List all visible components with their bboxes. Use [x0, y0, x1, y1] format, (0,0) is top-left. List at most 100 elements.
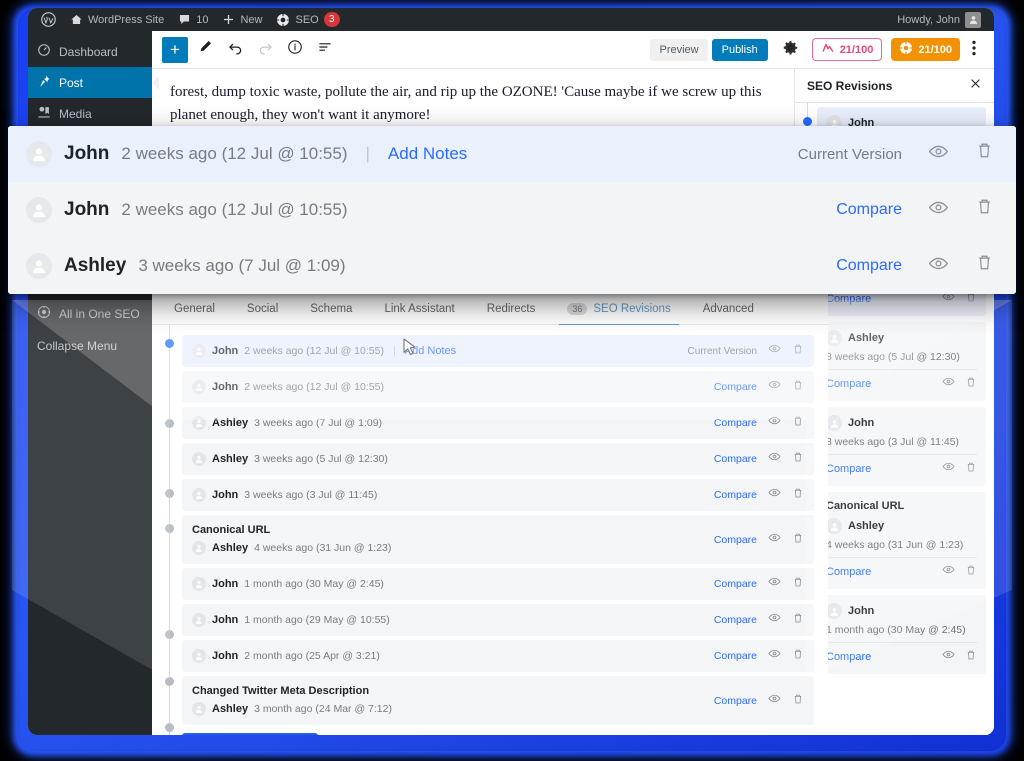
eye-icon[interactable]: [768, 342, 781, 360]
compare-link[interactable]: Compare: [714, 453, 757, 465]
more-options-button[interactable]: [964, 40, 984, 60]
panel-revision-card[interactable]: Canonical URL Ashley 4 weeks ago (31 Jun…: [817, 492, 986, 589]
trash-icon[interactable]: [792, 378, 804, 396]
seo-menu-button[interactable]: SEO 3: [269, 8, 346, 31]
table-row[interactable]: Changed Twitter Meta Description Ashley …: [182, 676, 814, 725]
eye-icon[interactable]: [768, 450, 781, 468]
magnified-row[interactable]: John 2 weeks ago (12 Jul @ 10:55) Compar…: [8, 182, 1016, 238]
eye-icon[interactable]: [768, 414, 781, 432]
table-row[interactable]: Ashley 3 weeks ago (5 Jul @ 12:30) Compa…: [182, 443, 814, 475]
eye-icon[interactable]: [768, 486, 781, 504]
aioseo-score-badge[interactable]: 21/100: [891, 38, 960, 61]
other-revisions-button[interactable]: 15 Other Revisions: [182, 733, 319, 735]
howdy-account-button[interactable]: Howdy, John: [890, 8, 988, 31]
table-row[interactable]: John 3 weeks ago (3 Jul @ 11:45) Compare: [182, 479, 814, 511]
trash-icon[interactable]: [792, 692, 804, 710]
table-row[interactable]: Canonical URL Ashley 4 weeks ago (31 Jun…: [182, 515, 814, 564]
tab-social[interactable]: Social: [231, 293, 294, 325]
compare-link[interactable]: Compare: [714, 417, 757, 429]
eye-icon[interactable]: [768, 575, 781, 593]
sidebar-item-post[interactable]: Post: [28, 67, 159, 98]
eye-icon[interactable]: [768, 378, 781, 396]
eye-icon[interactable]: [942, 648, 955, 666]
compare-link[interactable]: Compare: [836, 201, 902, 219]
eye-icon[interactable]: [928, 197, 949, 223]
compare-link[interactable]: Compare: [714, 614, 757, 626]
eye-icon[interactable]: [928, 253, 949, 279]
eye-icon[interactable]: [928, 141, 949, 167]
magnified-row[interactable]: Ashley 3 weeks ago (7 Jul @ 1:09) Compar…: [8, 238, 1016, 294]
trash-icon[interactable]: [975, 253, 994, 279]
trash-icon[interactable]: [965, 563, 977, 581]
sidebar-item-dashboard[interactable]: Dashboard: [28, 36, 152, 67]
compare-link[interactable]: Compare: [714, 695, 757, 707]
eye-icon[interactable]: [768, 611, 781, 629]
post-paragraph-1[interactable]: forest, dump toxic waste, pollute the ai…: [170, 81, 776, 128]
trash-icon[interactable]: [792, 647, 804, 665]
settings-button[interactable]: [778, 37, 804, 63]
details-button[interactable]: [282, 37, 308, 63]
compare-link[interactable]: Compare: [826, 293, 871, 305]
undo-button[interactable]: [222, 37, 248, 63]
publish-button[interactable]: Publish: [711, 38, 768, 61]
compare-link[interactable]: Compare: [826, 378, 871, 390]
eye-icon[interactable]: [942, 460, 955, 478]
truseo-score-badge[interactable]: 21/100: [811, 38, 883, 61]
panel-revision-card[interactable]: John 3 weeks ago (3 Jul @ 11:45) Compare: [817, 407, 986, 486]
compare-link[interactable]: Compare: [826, 463, 871, 475]
tab-general[interactable]: General: [174, 293, 231, 325]
trash-icon[interactable]: [792, 342, 804, 360]
compare-link[interactable]: Compare: [714, 381, 757, 393]
tab-schema[interactable]: Schema: [294, 293, 368, 325]
compare-link[interactable]: Compare: [826, 566, 871, 578]
table-row[interactable]: John 2 weeks ago (12 Jul @ 10:55) | Add …: [182, 335, 814, 367]
sidebar-item-all-in-one-seo[interactable]: All in One SEO: [28, 298, 152, 329]
trash-icon[interactable]: [792, 611, 804, 629]
tab-link-assistant[interactable]: Link Assistant: [368, 293, 470, 325]
table-row[interactable]: John 1 month ago (30 May @ 2:45) Compare: [182, 568, 814, 600]
trash-icon[interactable]: [792, 450, 804, 468]
trash-icon[interactable]: [792, 414, 804, 432]
tab-redirects[interactable]: Redirects: [471, 293, 552, 325]
magnified-row[interactable]: John 2 weeks ago (12 Jul @ 10:55) | Add …: [8, 126, 1016, 182]
compare-link[interactable]: Compare: [714, 578, 757, 590]
trash-icon[interactable]: [792, 575, 804, 593]
trash-icon[interactable]: [792, 486, 804, 504]
tab-seo-revisions[interactable]: 36 SEO Revisions: [551, 293, 686, 326]
list-view-button[interactable]: [312, 37, 338, 63]
preview-button[interactable]: Preview: [650, 38, 708, 61]
eye-icon[interactable]: [768, 531, 781, 549]
eye-icon[interactable]: [942, 375, 955, 393]
comments-button[interactable]: 10: [171, 8, 215, 31]
compare-link[interactable]: Compare: [714, 534, 757, 546]
table-row[interactable]: Ashley 3 weeks ago (7 Jul @ 1:09) Compar…: [182, 407, 814, 439]
compare-link[interactable]: Compare: [714, 489, 757, 501]
trash-icon[interactable]: [965, 375, 977, 393]
edit-tool-button[interactable]: [192, 37, 218, 63]
trash-icon[interactable]: [975, 197, 994, 223]
close-icon[interactable]: [969, 77, 982, 95]
panel-revision-card[interactable]: Ashley 3 weeks ago (5 Jul @ 12:30) Compa…: [817, 322, 986, 401]
trash-icon[interactable]: [792, 531, 804, 549]
table-row[interactable]: John 1 month ago (29 May @ 10:55) Compar…: [182, 604, 814, 636]
add-notes-link[interactable]: Add Notes: [388, 144, 467, 164]
collapse-menu-button[interactable]: Collapse Menu: [28, 329, 152, 363]
sidebar-item-media[interactable]: Media: [28, 98, 152, 129]
compare-link[interactable]: Compare: [836, 257, 902, 275]
trash-icon[interactable]: [975, 141, 994, 167]
trash-icon[interactable]: [965, 460, 977, 478]
panel-revision-card[interactable]: John 1 month ago (30 May @ 2:45) Compare: [817, 595, 986, 674]
site-name-button[interactable]: WordPress Site: [63, 8, 171, 31]
table-row[interactable]: John 2 month ago (25 Apr @ 3:21) Compare: [182, 640, 814, 672]
compare-link[interactable]: Compare: [714, 650, 757, 662]
eye-icon[interactable]: [768, 692, 781, 710]
trash-icon[interactable]: [965, 648, 977, 666]
eye-icon[interactable]: [942, 563, 955, 581]
new-content-button[interactable]: New: [215, 8, 269, 31]
tab-advanced[interactable]: Advanced: [687, 293, 770, 325]
table-row[interactable]: John 2 weeks ago (12 Jul @ 10:55) Compar…: [182, 371, 814, 403]
eye-icon[interactable]: [768, 647, 781, 665]
compare-link[interactable]: Compare: [826, 651, 871, 663]
wordpress-logo-button[interactable]: [34, 8, 63, 31]
add-block-button[interactable]: +: [162, 36, 188, 63]
